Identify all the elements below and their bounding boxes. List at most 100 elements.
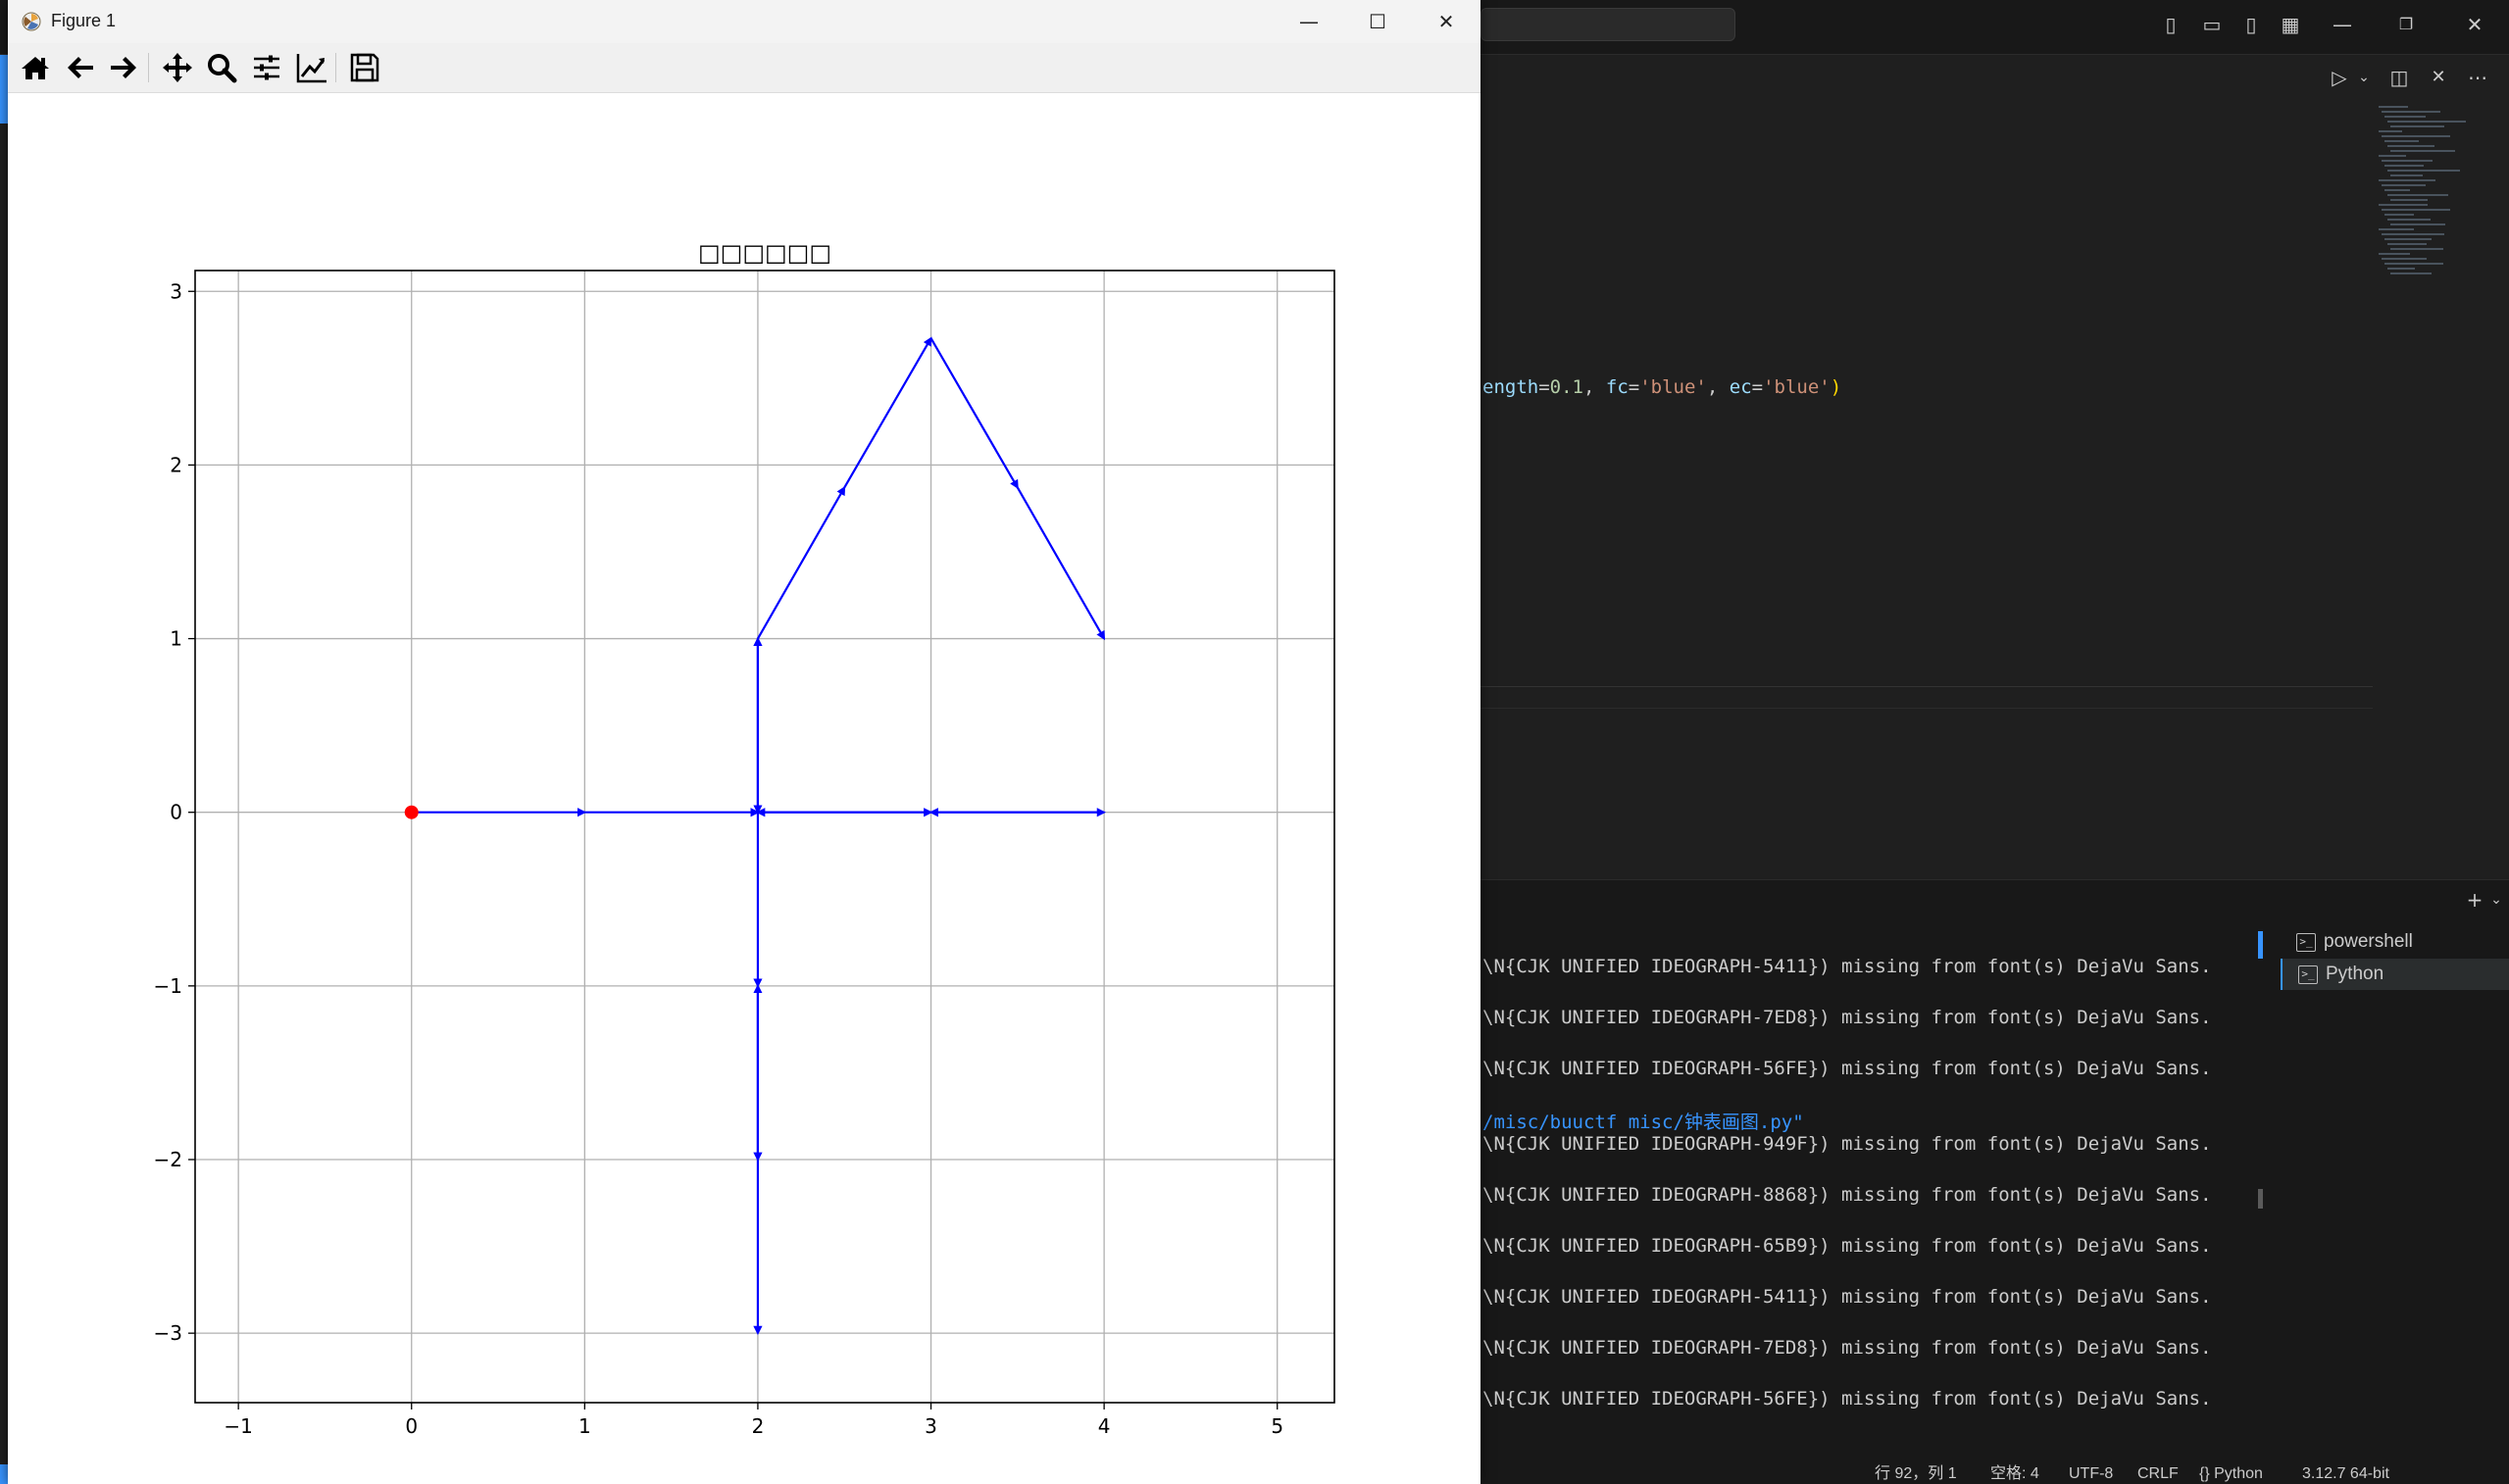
y-tick-label: 2 (170, 453, 182, 476)
code-token: = (1751, 376, 1764, 398)
terminal-line: \N{CJK UNIFIED IDEOGRAPH-5411}) missing … (1482, 956, 2212, 977)
code-token: , (1582, 376, 1606, 398)
code-token: fc (1605, 376, 1629, 398)
figure-title: Figure 1 (51, 11, 117, 30)
code-token: ec (1729, 376, 1752, 398)
window-close-icon[interactable]: ✕ (2461, 13, 2488, 36)
forward-button[interactable] (106, 50, 141, 85)
minimap-line (2390, 248, 2443, 250)
taskbar-accent (0, 55, 8, 124)
toggle-panel-icon[interactable]: ▭ (2198, 13, 2226, 36)
save-button[interactable] (347, 50, 382, 85)
status-interpreter[interactable]: 3.12.7 64-bit (2302, 1464, 2389, 1484)
figure-window: Figure 1 — ☐ ✕ −1 0 1 2 3 4 5 −3 −2 −1 0… (8, 0, 1480, 1484)
x-tick-label: 5 (1271, 1414, 1283, 1438)
toggle-primary-sidebar-icon[interactable]: ▯ (2157, 13, 2184, 36)
terminal-line: \N{CJK UNIFIED IDEOGRAPH-7ED8}) missing … (1482, 1007, 2212, 1028)
x-tick-label: 2 (752, 1414, 765, 1438)
terminal-launch-profile-chevron-icon[interactable]: ⌄ (2483, 888, 2509, 912)
window-minimize-icon[interactable]: — (2329, 13, 2356, 36)
minimap-line (2387, 268, 2415, 270)
toolbar-separator (335, 53, 336, 82)
minimap-line (2390, 223, 2445, 225)
toggle-secondary-sidebar-icon[interactable]: ▯ (2237, 13, 2265, 36)
minimap-line (2382, 184, 2426, 186)
code-line: ength=0.1, fc='blue', ec='blue') (1482, 376, 1841, 398)
customize-layout-icon[interactable]: ▦ (2277, 13, 2304, 36)
save-icon (350, 53, 379, 82)
minimap-line (2379, 155, 2406, 157)
x-tick-label: −1 (224, 1414, 252, 1438)
y-tick-label: −3 (154, 1321, 182, 1345)
edit-axes-icon (296, 54, 326, 83)
zoom-button[interactable] (204, 50, 239, 85)
status-language[interactable]: {} Python (2199, 1464, 2263, 1484)
minimap[interactable] (2375, 102, 2492, 690)
minimap-line (2384, 263, 2443, 265)
minimap-line (2387, 121, 2466, 123)
terminal-instance-python[interactable]: >_ Python (2281, 959, 2509, 990)
plot-svg: −1 0 1 2 3 4 5 −3 −2 −1 0 1 2 3 □□□□□□ (154, 239, 1335, 1438)
minimap-line (2379, 228, 2414, 230)
figure-titlebar[interactable]: Figure 1 — ☐ ✕ (8, 0, 1480, 43)
y-tick-label: 3 (170, 279, 182, 303)
edit-axes-button[interactable] (294, 50, 329, 85)
taskbar-accent (0, 1464, 8, 1484)
navigation-toolbar (8, 43, 1480, 93)
terminal-scrollbar-marker (2258, 931, 2263, 959)
figure-maximize-button[interactable]: ☐ (1343, 0, 1412, 43)
figure-close-button[interactable]: ✕ (1412, 0, 1480, 43)
status-encoding[interactable]: UTF-8 (2069, 1464, 2113, 1484)
x-tick-label: 3 (925, 1414, 937, 1438)
minimap-line (2384, 214, 2414, 216)
editor-divider (1480, 686, 2373, 687)
code-token: ) (1830, 376, 1842, 398)
terminal-scrollbar-thumb[interactable] (2258, 1189, 2263, 1209)
editor-divider (1480, 708, 2373, 709)
x-tick-label: 1 (578, 1414, 591, 1438)
minimap-line (2387, 170, 2460, 172)
x-tick-label: 0 (405, 1414, 418, 1438)
more-actions-icon[interactable]: ⋯ (2464, 66, 2491, 89)
axes-frame (194, 270, 1335, 1404)
terminal-icon: >_ (2296, 933, 2316, 952)
minimap-line (2390, 272, 2432, 274)
pan-button[interactable] (160, 50, 195, 85)
terminal-instance-powershell[interactable]: >_ powershell (2281, 926, 2509, 958)
minimap-line (2384, 116, 2426, 118)
status-eol[interactable]: CRLF (2137, 1464, 2179, 1484)
terminal-line: /misc/buuctf misc/钟表画图.py" (1482, 1112, 1804, 1133)
home-button[interactable] (18, 50, 53, 85)
configure-subplots-button[interactable] (249, 50, 284, 85)
minimap-line (2382, 135, 2450, 137)
back-button[interactable] (63, 50, 98, 85)
terminal-instance-label: powershell (2324, 931, 2413, 952)
figure-minimize-button[interactable]: — (1275, 0, 1343, 43)
terminal-line: \N{CJK UNIFIED IDEOGRAPH-56FE}) missing … (1482, 1058, 2212, 1079)
minimap-line (2382, 111, 2440, 113)
command-center-search[interactable] (1480, 8, 1735, 41)
ticks: −1 0 1 2 3 4 5 −3 −2 −1 0 1 2 3 (154, 279, 1284, 1438)
minimap-line (2384, 189, 2410, 191)
terminal-icon: >_ (2298, 965, 2318, 984)
minimap-line (2390, 174, 2423, 176)
run-python-file-icon[interactable]: ▷ (2326, 66, 2353, 89)
y-tick-label: 0 (170, 801, 182, 824)
run-menu-chevron-icon[interactable]: ⌄ (2350, 66, 2378, 89)
terminal-line: \N{CJK UNIFIED IDEOGRAPH-65B9}) missing … (1482, 1235, 2212, 1257)
status-indentation[interactable]: 空格: 4 (1990, 1464, 2039, 1484)
minimap-line (2390, 125, 2444, 127)
minimap-line (2382, 160, 2433, 162)
minimap-line (2387, 194, 2448, 196)
figure-canvas[interactable]: −1 0 1 2 3 4 5 −3 −2 −1 0 1 2 3 □□□□□□ (8, 93, 1480, 1484)
minimap-line (2379, 106, 2408, 108)
window-restore-icon[interactable]: ❐ (2392, 13, 2420, 36)
close-editor-icon[interactable]: ✕ (2425, 66, 2452, 89)
status-cursor-position[interactable]: 行 92，列 1 (1875, 1464, 1957, 1484)
y-tick-label: −1 (154, 974, 182, 998)
split-editor-icon[interactable]: ◫ (2385, 66, 2413, 89)
plot-title: □□□□□□ (698, 239, 831, 267)
minimap-line (2387, 145, 2434, 147)
code-token: 'blue' (1639, 376, 1707, 398)
terminal-line: \N{CJK UNIFIED IDEOGRAPH-8868}) missing … (1482, 1184, 2212, 1206)
